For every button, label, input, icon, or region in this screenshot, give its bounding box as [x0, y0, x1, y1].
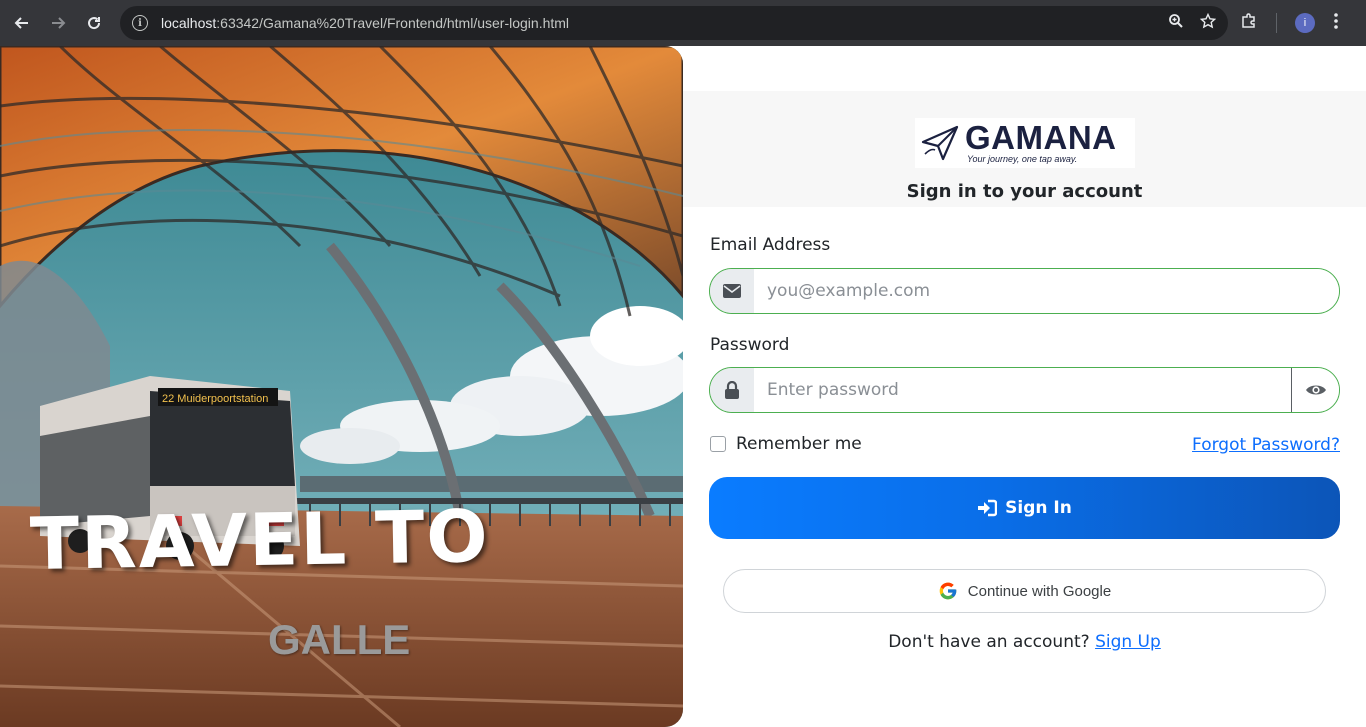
remember-me-checkbox[interactable] — [710, 436, 726, 452]
menu-kebab-icon[interactable] — [1333, 12, 1339, 35]
zoom-icon[interactable] — [1168, 13, 1184, 34]
login-panel: GAMANA Your journey, one tap away. Sign … — [683, 46, 1366, 727]
login-header: GAMANA Your journey, one tap away. Sign … — [683, 91, 1366, 207]
remember-me-label[interactable]: Remember me — [736, 434, 862, 454]
google-sign-in-button[interactable]: Continue with Google — [723, 569, 1326, 613]
paper-plane-icon — [921, 125, 959, 161]
email-input[interactable] — [754, 269, 1339, 313]
lock-icon — [710, 368, 754, 412]
sign-in-icon — [978, 499, 998, 517]
sign-in-button[interactable]: Sign In — [709, 477, 1340, 539]
hero-image: 22 Muiderpoortstation TRAVEL TO GALLE — [0, 46, 683, 727]
toolbar-separator — [1276, 13, 1277, 33]
url-text: localhost:63342/Gamana%20Travel/Frontend… — [161, 15, 570, 31]
address-bar[interactable]: i localhost:63342/Gamana%20Travel/Fronte… — [120, 6, 1228, 40]
email-label: Email Address — [710, 235, 831, 255]
sign-up-link[interactable]: Sign Up — [1095, 632, 1161, 652]
google-icon — [939, 582, 957, 600]
envelope-icon — [710, 269, 754, 313]
remember-me-row: Remember me — [710, 434, 862, 454]
reload-icon[interactable] — [76, 5, 112, 41]
brand-logo: GAMANA Your journey, one tap away. — [915, 118, 1135, 168]
signup-prompt: Don't have an account? Sign Up — [683, 632, 1366, 652]
hero-title: TRAVEL TO — [29, 493, 491, 587]
hero-subtitle: GALLE — [268, 616, 411, 663]
sign-in-label: Sign In — [1005, 498, 1072, 518]
browser-toolbar: i localhost:63342/Gamana%20Travel/Fronte… — [0, 0, 1366, 46]
back-icon[interactable] — [4, 5, 40, 41]
forgot-password-link[interactable]: Forgot Password? — [1192, 435, 1340, 455]
profile-avatar[interactable]: i — [1295, 13, 1315, 33]
email-field-group — [709, 268, 1340, 314]
password-input[interactable] — [754, 368, 1291, 412]
brand-name: GAMANA — [965, 119, 1117, 156]
extensions-icon[interactable] — [1240, 12, 1258, 35]
site-info-icon[interactable]: i — [132, 15, 148, 31]
password-field-group — [709, 367, 1340, 413]
signup-prompt-text: Don't have an account? — [888, 632, 1090, 652]
eye-icon — [1305, 385, 1326, 395]
page-title: Sign in to your account — [906, 181, 1143, 202]
forward-icon[interactable] — [40, 5, 76, 41]
bookmark-star-icon[interactable] — [1199, 12, 1217, 34]
toggle-password-visibility-button[interactable] — [1291, 368, 1339, 412]
password-label: Password — [710, 335, 790, 355]
svg-text:22 Muiderpoortstation: 22 Muiderpoortstation — [162, 393, 268, 405]
google-sign-in-label: Continue with Google — [967, 582, 1112, 600]
